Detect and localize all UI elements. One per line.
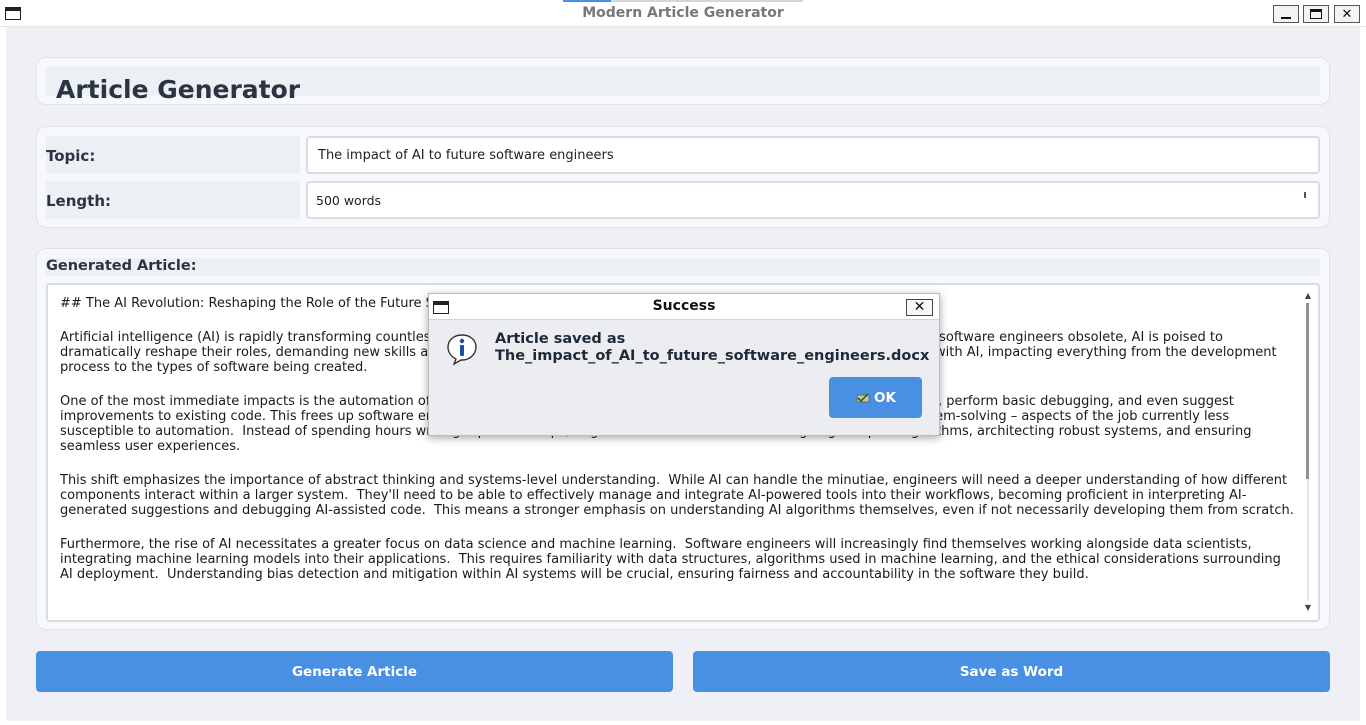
article-paragraph: This shift emphasizes the importance of …: [60, 473, 1294, 518]
dialog-message: Article saved as The_impact_of_AI_to_fut…: [495, 331, 929, 365]
header-card: Article Generator: [36, 57, 1330, 105]
dialog-message-line1: Article saved as: [495, 331, 626, 347]
title-focus-track: [611, 0, 803, 2]
page-title: Article Generator: [56, 75, 301, 104]
length-select-value: 500 words: [316, 193, 382, 208]
maximize-button[interactable]: [1303, 5, 1329, 23]
form-card: Topic: The impact of AI to future softwa…: [36, 126, 1330, 228]
minimize-button[interactable]: [1273, 5, 1299, 23]
topic-input[interactable]: The impact of AI to future software engi…: [306, 136, 1320, 174]
length-select[interactable]: 500 words: [306, 181, 1320, 219]
dialog-ok-label: OK: [874, 389, 896, 406]
info-icon: [447, 334, 477, 366]
minimize-icon: [1281, 17, 1291, 19]
length-label: Length:: [46, 192, 111, 210]
scroll-up-icon[interactable]: ▲: [1303, 291, 1313, 301]
article-label-band: Generated Article:: [46, 258, 1320, 276]
save-as-word-button[interactable]: Save as Word: [693, 651, 1330, 692]
article-paragraph: Furthermore, the rise of AI necessitates…: [60, 537, 1285, 582]
maximize-icon: [1310, 9, 1322, 19]
window-bottom-edge: [0, 721, 1366, 725]
article-label: Generated Article:: [46, 258, 197, 274]
dropdown-indicator-icon: [1304, 192, 1306, 198]
dialog-titlebar: Success ✕: [429, 294, 939, 320]
topic-label: Topic:: [46, 147, 96, 165]
header-band: Article Generator: [46, 67, 1320, 104]
article-scrollbar[interactable]: ▲ ▼: [1302, 291, 1314, 613]
topic-input-value: The impact of AI to future software engi…: [318, 148, 614, 163]
close-button[interactable]: ✕: [1334, 5, 1360, 23]
generate-article-button[interactable]: Generate Article: [36, 651, 673, 692]
close-icon: ✕: [913, 299, 926, 315]
dialog-close-button[interactable]: ✕: [906, 299, 933, 316]
success-dialog: Success ✕ Article saved as The_impact_of…: [428, 293, 940, 436]
title-focus-indicator: [563, 0, 611, 2]
dialog-title: Success: [652, 298, 716, 314]
dialog-message-filename: The_impact_of_AI_to_future_software_engi…: [495, 348, 930, 364]
close-icon: ✕: [1341, 6, 1353, 22]
window-titlebar: Modern Article Generator ✕: [0, 0, 1366, 27]
scroll-down-icon[interactable]: ▼: [1303, 603, 1313, 613]
topic-label-cell: Topic:: [46, 136, 300, 174]
length-label-cell: Length:: [46, 181, 300, 219]
ok-icon: [856, 392, 870, 402]
window-title: Modern Article Generator: [582, 5, 784, 21]
dialog-ok-button[interactable]: OK: [829, 377, 922, 418]
scroll-thumb[interactable]: [1306, 303, 1309, 479]
